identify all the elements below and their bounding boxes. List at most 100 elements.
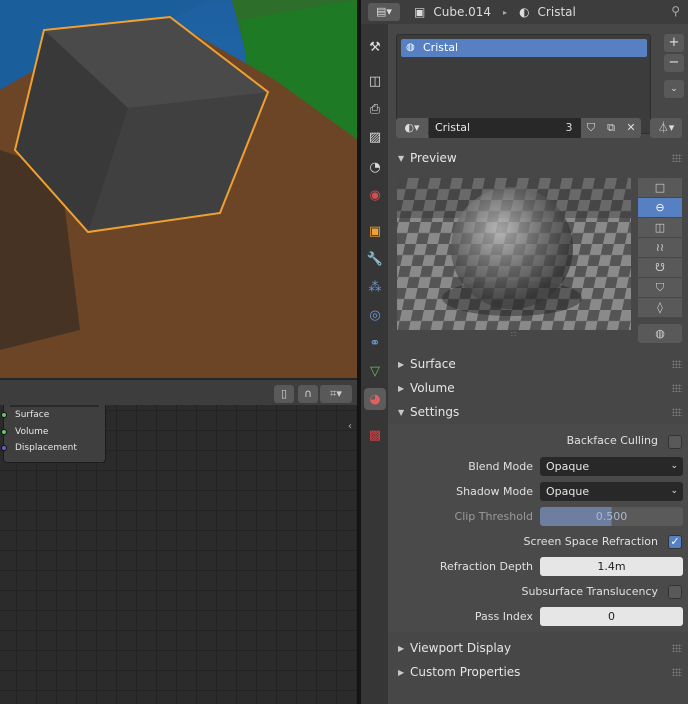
- panel-preview[interactable]: ▼ Preview: [388, 146, 688, 170]
- drag-grip-icon[interactable]: [672, 154, 682, 162]
- pass-index-field[interactable]: 0: [540, 607, 683, 626]
- node-socket-surface: Surface: [1, 407, 105, 424]
- editor-type-dropdown[interactable]: ▤▾: [368, 3, 400, 21]
- material-name: Cristal: [537, 5, 576, 19]
- backface-culling-checkbox[interactable]: [668, 435, 682, 449]
- 3d-viewport[interactable]: [0, 0, 358, 378]
- add-slot-button[interactable]: +: [664, 34, 684, 52]
- preview-monkey-icon[interactable]: ☋: [638, 258, 682, 277]
- refraction-depth-field[interactable]: 1.4m: [540, 557, 683, 576]
- slot-specials-button[interactable]: ⌄: [664, 80, 684, 98]
- drag-grip-icon[interactable]: [672, 668, 682, 676]
- view-layer-tab-icon[interactable]: ▨: [364, 126, 386, 148]
- material-tab-icon[interactable]: ◕: [364, 388, 386, 410]
- refraction-depth-label: Refraction Depth: [439, 560, 533, 573]
- slot-item-cristal[interactable]: ◍ Cristal: [401, 39, 647, 57]
- subsurface-translucency-checkbox[interactable]: [668, 585, 682, 599]
- drag-grip-icon[interactable]: [672, 360, 682, 368]
- object-name: Cube.014: [433, 5, 492, 19]
- preview-cube-icon[interactable]: ◫: [638, 218, 682, 237]
- settings-panel-body: Backface Culling Blend Mode Opaque ⌄ Sha…: [388, 424, 688, 632]
- output-tab-icon[interactable]: ⎙: [364, 98, 386, 120]
- unlink-icon[interactable]: ✕: [621, 118, 641, 138]
- user-count[interactable]: 3: [557, 118, 581, 138]
- preview-sphere-icon[interactable]: ⊖: [638, 198, 682, 217]
- drag-grip-icon[interactable]: [672, 408, 682, 416]
- panel-volume[interactable]: ▶ Volume: [388, 376, 688, 400]
- node-editor-header: ▯ ∩ ⌗▾: [0, 378, 358, 405]
- socket-label: Displacement: [15, 443, 77, 453]
- clip-threshold-label: Clip Threshold: [454, 510, 533, 523]
- properties-editor: ▤▾ ▣ Cube.014 ▸ ◐ Cristal ⚲ ⚒ ◫ ⎙ ▨ ◔ ◉ …: [361, 0, 688, 704]
- collapse-icon: ▼: [398, 153, 405, 163]
- blend-mode-dropdown[interactable]: Opaque ⌄: [540, 457, 683, 476]
- sidebar-toggle-icon[interactable]: ‹: [348, 421, 352, 432]
- data-tab-icon[interactable]: ▽: [364, 360, 386, 382]
- material-icon: ◐: [519, 5, 530, 19]
- snap-mode-dropdown[interactable]: ⌗▾: [320, 385, 352, 403]
- breadcrumb-separator-icon: ▸: [503, 7, 508, 17]
- shadow-mode-value: Opaque: [546, 485, 590, 498]
- drag-grip-icon[interactable]: [672, 384, 682, 392]
- backface-culling-label: Backface Culling: [566, 434, 658, 447]
- shadow-mode-dropdown[interactable]: Opaque ⌄: [540, 482, 683, 501]
- preview-hair-icon[interactable]: ≀≀: [638, 238, 682, 257]
- clip-threshold-slider[interactable]: 0.500: [540, 507, 683, 526]
- world-lighting-icon[interactable]: ◍: [638, 324, 682, 343]
- socket-label: Surface: [15, 410, 50, 420]
- world-tab-icon[interactable]: ◉: [364, 184, 386, 206]
- chevron-down-icon: ⌄: [670, 486, 678, 496]
- subsurface-translucency-label: Subsurface Translucency: [521, 585, 658, 598]
- socket-icon[interactable]: [1, 428, 7, 435]
- render-tab-icon[interactable]: ◫: [364, 70, 386, 92]
- preview-fluid-icon[interactable]: ◊: [638, 298, 682, 317]
- viewport-scene: [0, 0, 358, 378]
- preview-resize-grip-icon[interactable]: ∷: [511, 330, 516, 339]
- panel-surface[interactable]: ▶ Surface: [388, 352, 688, 376]
- duplicate-icon[interactable]: ⧉: [601, 118, 621, 138]
- material-name-field[interactable]: Cristal: [429, 118, 557, 138]
- material-properties: ◍ Cristal ▶ ∷ + − ⌄ ◐▾ Cristal 3 ⛉ ⧉ ✕ ⏃…: [388, 24, 688, 704]
- panel-title: Preview: [410, 151, 457, 165]
- material-sphere-icon: ◍: [406, 42, 415, 53]
- node-socket-displacement: Displacement: [1, 440, 105, 457]
- panel-settings[interactable]: ▼ Settings: [388, 400, 688, 424]
- ssr-label: Screen Space Refraction: [523, 535, 658, 548]
- preview-plane-icon[interactable]: □: [638, 178, 682, 197]
- modifier-tab-icon[interactable]: 🔧: [364, 248, 386, 270]
- constraints-tab-icon[interactable]: ⚭: [364, 332, 386, 354]
- slot-label: Cristal: [423, 41, 459, 54]
- properties-header: ▤▾ ▣ Cube.014 ▸ ◐ Cristal ⚲: [361, 0, 688, 24]
- panel-viewport-display[interactable]: ▶ Viewport Display: [388, 636, 688, 660]
- paste-icon[interactable]: ▯: [274, 385, 294, 403]
- socket-icon[interactable]: [1, 412, 7, 418]
- fake-user-icon[interactable]: ⛉: [581, 118, 601, 138]
- collapse-icon: ▼: [398, 407, 405, 417]
- panel-custom-properties[interactable]: ▶ Custom Properties: [388, 660, 688, 684]
- scene-tab-icon[interactable]: ◔: [364, 156, 386, 178]
- particles-tab-icon[interactable]: ⁂: [364, 276, 386, 298]
- snap-icon[interactable]: ∩: [298, 385, 318, 403]
- shadow-mode-label: Shadow Mode: [456, 485, 533, 498]
- socket-icon[interactable]: [1, 445, 7, 451]
- tool-tab-icon[interactable]: ⚒: [364, 36, 386, 58]
- panel-title: Viewport Display: [410, 641, 512, 655]
- mesh-icon: ▣: [414, 5, 426, 19]
- pin-icon[interactable]: ⚲: [671, 4, 680, 18]
- physics-tab-icon[interactable]: ◎: [364, 304, 386, 326]
- browse-material-button[interactable]: ◐▾: [396, 118, 428, 138]
- link-type-dropdown[interactable]: ⏃▾: [650, 118, 682, 138]
- panel-title: Surface: [410, 357, 456, 371]
- expand-icon: ▶: [398, 359, 405, 369]
- blend-mode-value: Opaque: [546, 460, 590, 473]
- object-tab-icon[interactable]: ▣: [364, 220, 386, 242]
- node-editor-canvas[interactable]: Surface Volume Displacement ‹: [0, 405, 358, 704]
- drag-grip-icon[interactable]: [672, 644, 682, 652]
- remove-slot-button[interactable]: −: [664, 54, 684, 72]
- material-output-node[interactable]: Surface Volume Displacement: [1, 405, 106, 463]
- node-socket-volume: Volume: [1, 424, 105, 441]
- properties-tabs: ⚒ ◫ ⎙ ▨ ◔ ◉ ▣ 🔧 ⁂ ◎ ⚭ ▽ ◕ ▩: [361, 24, 388, 704]
- preview-cloth-icon[interactable]: ⛉: [638, 278, 682, 297]
- texture-tab-icon[interactable]: ▩: [364, 424, 386, 446]
- ssr-checkbox[interactable]: ✓: [668, 535, 682, 549]
